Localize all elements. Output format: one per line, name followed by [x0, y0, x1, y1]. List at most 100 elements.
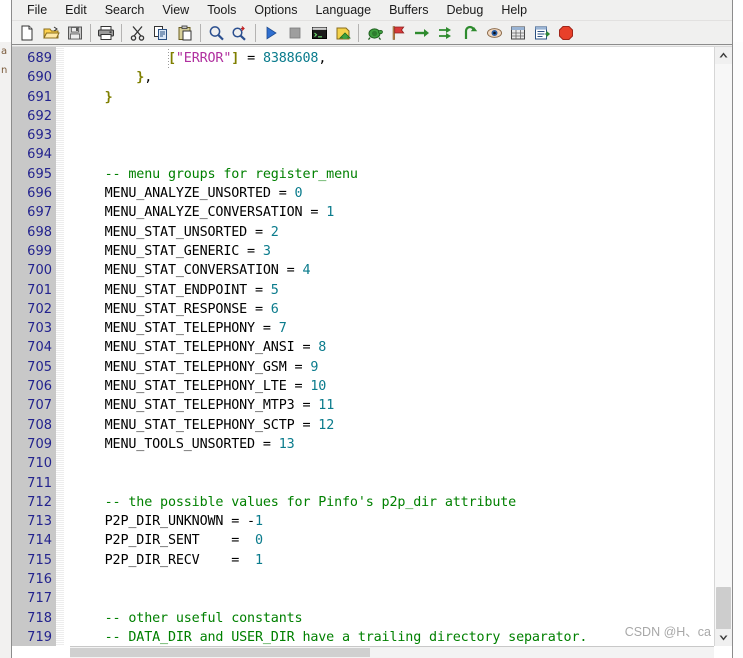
cut-scissors-icon[interactable]	[125, 22, 149, 44]
token-number: 3	[262, 243, 271, 259]
code-line[interactable]: MENU_STAT_GENERIC = 3	[73, 242, 714, 261]
code-line[interactable]: -- menu groups for register_menu	[73, 165, 714, 184]
code-line[interactable]: ["ERROR"] = 8388608,	[73, 49, 714, 68]
menu-file[interactable]: File	[18, 1, 56, 20]
menu-edit[interactable]: Edit	[56, 1, 96, 20]
code-line[interactable]: -- DATA_DIR and USER_DIR have a trailing…	[73, 628, 714, 647]
step-over-arrow-icon[interactable]	[410, 22, 434, 44]
horizontal-scrollbar[interactable]	[70, 646, 714, 658]
background-window-right[interactable]	[732, 42, 743, 658]
line-number: 707	[27, 398, 52, 414]
debug-turtle-icon[interactable]	[362, 22, 386, 44]
replace-magnifier-icon[interactable]	[228, 22, 252, 44]
background-line-fragment	[733, 392, 743, 417]
line-number: 691	[27, 89, 52, 105]
code-line[interactable]	[73, 145, 714, 164]
new-file-icon[interactable]	[15, 22, 39, 44]
scroll-up-arrow[interactable]	[715, 47, 732, 64]
code-line[interactable]: P2P_DIR_SENT = 0	[73, 531, 714, 550]
open-folder-icon[interactable]	[39, 22, 63, 44]
code-line[interactable]	[73, 107, 714, 126]
step-into-icon[interactable]	[434, 22, 458, 44]
code-line[interactable]: P2P_DIR_UNKNOWN = -1	[73, 512, 714, 531]
watch-eye-icon[interactable]	[482, 22, 506, 44]
background-line-fragment	[733, 117, 743, 142]
menu-options[interactable]: Options	[245, 1, 306, 20]
code-line[interactable]	[73, 589, 714, 608]
code-line[interactable]: MENU_TOOLS_UNSORTED = 13	[73, 435, 714, 454]
print-icon[interactable]	[94, 22, 118, 44]
code-line[interactable]: MENU_STAT_TELEPHONY_GSM = 9	[73, 358, 714, 377]
line-number: 712	[27, 494, 52, 510]
code-line[interactable]: MENU_STAT_TELEPHONY_LTE = 10	[73, 377, 714, 396]
line-number-gutter: 689 690 691 692 693 694 695 696 697 698 699 700 701 7…	[12, 47, 56, 658]
save-disk-icon[interactable]	[63, 22, 87, 44]
stop-square-icon[interactable]	[283, 22, 307, 44]
menu-tools[interactable]: Tools	[198, 1, 245, 20]
code-line[interactable]	[73, 126, 714, 145]
stack-table-icon[interactable]	[506, 22, 530, 44]
code-line[interactable]: P2P_DIR_RECV = 1	[73, 551, 714, 570]
menu-debug[interactable]: Debug	[437, 1, 492, 20]
code-line[interactable]: MENU_ANALYZE_UNSORTED = 0	[73, 184, 714, 203]
menu-buffers[interactable]: Buffers	[380, 1, 437, 20]
fold-blank	[56, 628, 69, 647]
menu-language[interactable]: Language	[306, 1, 380, 20]
code-line[interactable]: MENU_STAT_TELEPHONY_SCTP = 12	[73, 416, 714, 435]
run-play-icon[interactable]	[259, 22, 283, 44]
compile-icon[interactable]	[331, 22, 355, 44]
code-line[interactable]	[73, 474, 714, 493]
menu-help[interactable]: Help	[492, 1, 536, 20]
fold-blank	[56, 281, 69, 300]
code-line[interactable]: MENU_STAT_ENDPOINT = 5	[73, 281, 714, 300]
code-line[interactable]: MENU_STAT_UNSORTED = 2	[73, 223, 714, 242]
vertical-scrollbar[interactable]	[714, 47, 732, 658]
code-text-pane[interactable]: ["ERROR"] = 8388608, }, } -- menu groups…	[69, 47, 714, 658]
code-line[interactable]: MENU_ANALYZE_CONVERSATION = 1	[73, 203, 714, 222]
code-line[interactable]	[73, 570, 714, 589]
background-line-fragment	[733, 342, 743, 367]
breakpoint-flag-icon[interactable]	[386, 22, 410, 44]
scroll-down-arrow[interactable]	[715, 629, 732, 646]
token-number: 1	[254, 552, 263, 568]
code-line[interactable]: MENU_STAT_RESPONSE = 6	[73, 300, 714, 319]
stop-debug-octagon-icon[interactable]	[554, 22, 578, 44]
code-line[interactable]: MENU_STAT_TELEPHONY_MTP3 = 11	[73, 396, 714, 415]
code-line[interactable]	[73, 454, 714, 473]
code-line[interactable]: MENU_STAT_TELEPHONY = 7	[73, 319, 714, 338]
fold-blank	[56, 242, 69, 261]
token-comment: -- other useful constants	[73, 610, 303, 626]
copy-icon[interactable]	[149, 22, 173, 44]
menu-search[interactable]: Search	[96, 1, 154, 20]
vertical-scroll-track[interactable]	[715, 64, 732, 658]
code-line[interactable]: MENU_STAT_CONVERSATION = 4	[73, 261, 714, 280]
code-line[interactable]: -- the possible values for Pinfo's p2p_d…	[73, 493, 714, 512]
console-window-icon[interactable]	[307, 22, 331, 44]
editor-main-window: File Edit Search View Tools Options Language Bu…	[11, 0, 733, 658]
background-line-fragment	[733, 492, 743, 517]
code-line[interactable]: }	[73, 88, 714, 107]
code-editor-area[interactable]: 689 690 691 692 693 694 695 696 697 698 699 700 701 7…	[12, 46, 732, 658]
fold-margin[interactable]: -	[56, 47, 69, 658]
token-plain: MENU_STAT_TELEPHONY =	[73, 321, 279, 337]
code-line[interactable]: -- other useful constants	[73, 609, 714, 628]
token-number: 13	[278, 436, 295, 452]
horizontal-scroll-thumb[interactable]	[70, 648, 370, 657]
token-plain: MENU_STAT_GENERIC =	[73, 243, 263, 259]
background-line-fragment	[733, 92, 743, 117]
variables-icon[interactable]	[530, 22, 554, 44]
line-number: 710	[27, 456, 52, 472]
menu-view[interactable]: View	[153, 1, 198, 20]
step-out-icon[interactable]	[458, 22, 482, 44]
line-number: 719	[27, 629, 52, 645]
token-plain: MENU_STAT_TELEPHONY_SCTP =	[73, 417, 319, 433]
vertical-scroll-thumb[interactable]	[716, 587, 731, 635]
token-number: 10	[310, 379, 327, 395]
find-magnifier-icon[interactable]	[204, 22, 228, 44]
paste-clipboard-icon[interactable]	[173, 22, 197, 44]
code-line[interactable]: MENU_STAT_TELEPHONY_ANSI = 8	[73, 338, 714, 357]
fold-blank	[56, 261, 69, 280]
line-number: 689	[27, 51, 52, 66]
line-number: 706	[27, 379, 52, 395]
code-line[interactable]: },	[73, 68, 714, 87]
